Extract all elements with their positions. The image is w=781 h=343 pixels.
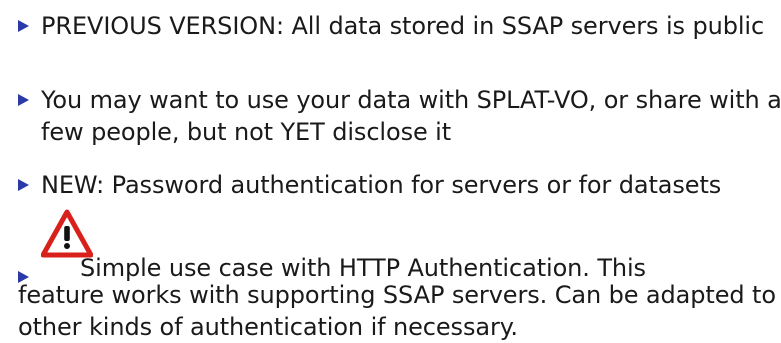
bullet-text: PREVIOUS VERSION: All data stored in SSA… (41, 12, 765, 40)
bullet-triangle-icon (18, 20, 29, 32)
bullet-previous-version: PREVIOUS VERSION: All data stored in SSA… (18, 10, 781, 42)
warning-first-line: Simple use case with HTTP Authentication… (41, 209, 781, 284)
bullet-new-feature: NEW: Password authentication for servers… (18, 169, 781, 201)
bullet-use-case: You may want to use your data with SPLAT… (18, 84, 781, 148)
bullet-triangle-icon (18, 271, 29, 283)
bullet-triangle-icon (18, 179, 29, 191)
warning-text-rest: feature works with supporting SSAP serve… (18, 281, 776, 341)
bullet-text: You may want to use your data with SPLAT… (41, 86, 781, 146)
bullet-warning: Simple use case with HTTP Authentication… (18, 209, 781, 343)
warning-text-first: Simple use case with HTTP Authentication… (80, 254, 646, 282)
bullet-text: NEW: Password authentication for servers… (41, 171, 722, 199)
bullet-triangle-icon (18, 94, 29, 106)
